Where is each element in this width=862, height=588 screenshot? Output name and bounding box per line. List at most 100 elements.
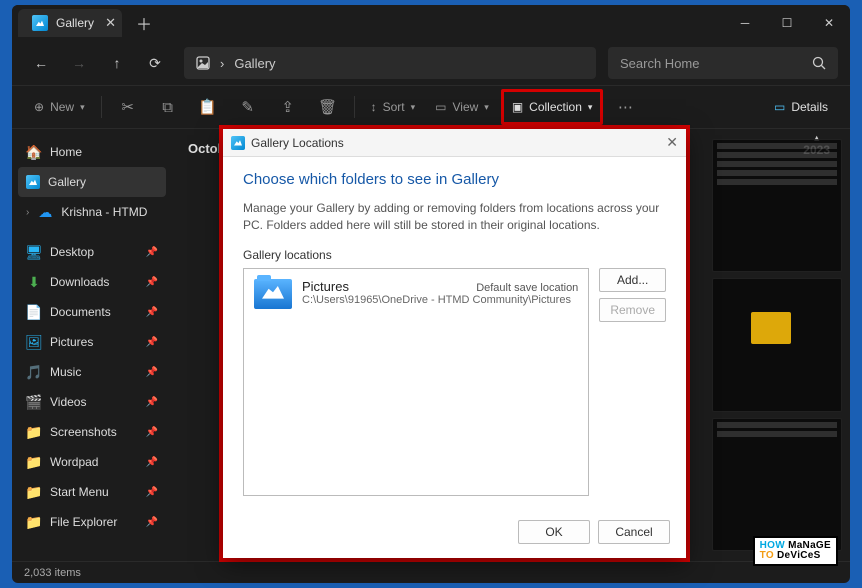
close-window-button[interactable]: ✕ xyxy=(808,7,850,39)
folder-icon: 📁 xyxy=(26,424,42,440)
rename-button[interactable]: ✎ xyxy=(230,92,266,122)
sidebar-item-music[interactable]: 🎵Music📌 xyxy=(18,357,166,387)
sidebar-item-videos[interactable]: 🎬Videos📌 xyxy=(18,387,166,417)
add-button[interactable]: Add... xyxy=(599,268,666,292)
sidebar-item-screenshots[interactable]: 📁 Screenshots 📌 xyxy=(18,417,166,447)
search-icon xyxy=(812,56,826,70)
sidebar-item-startmenu[interactable]: 📁Start Menu📌 xyxy=(18,477,166,507)
gallery-thumbnails xyxy=(712,139,842,551)
titlebar: Gallery ✕ ＋ ─ ☐ ✕ xyxy=(12,5,850,41)
close-dialog-button[interactable]: ✕ xyxy=(666,134,678,151)
dialog-title: Gallery Locations xyxy=(251,136,344,150)
minimize-button[interactable]: ─ xyxy=(724,7,766,39)
locations-list[interactable]: Pictures Default save location C:\Users\… xyxy=(243,268,589,496)
more-button[interactable]: ⋯ xyxy=(607,92,643,122)
collection-icon: ▣ xyxy=(512,100,523,114)
sort-icon: ↕ xyxy=(371,100,377,114)
breadcrumb[interactable]: › Gallery xyxy=(184,47,596,79)
watermark-logo: HOW MaNaGE TO DeViCeS xyxy=(753,536,838,566)
view-button[interactable]: ▭ View ▾ xyxy=(427,92,497,122)
remove-button[interactable]: Remove xyxy=(599,298,666,322)
maximize-button[interactable]: ☐ xyxy=(766,7,808,39)
pin-icon: 📌 xyxy=(146,457,158,468)
gallery-icon xyxy=(26,175,40,189)
pin-icon: 📌 xyxy=(146,277,158,288)
chevron-right-icon: › xyxy=(26,207,29,218)
new-tab-button[interactable]: ＋ xyxy=(122,11,166,35)
copy-icon: ⧉ xyxy=(162,99,173,116)
chevron-down-icon: ▾ xyxy=(588,102,593,113)
view-icon: ▭ xyxy=(435,100,446,114)
details-icon: ▭ xyxy=(774,100,785,114)
collection-button[interactable]: ▣ Collection ▾ xyxy=(504,92,601,122)
refresh-button[interactable]: ⟳ xyxy=(138,48,172,78)
location-item[interactable]: Pictures Default save location C:\Users\… xyxy=(254,279,578,309)
more-icon: ⋯ xyxy=(618,98,633,116)
download-icon: ⬇ xyxy=(26,274,42,290)
up-button[interactable]: ↑ xyxy=(100,48,134,78)
plus-circle-icon: ⊕ xyxy=(34,100,44,114)
location-path: C:\Users\91965\OneDrive - HTMD Community… xyxy=(302,294,578,306)
details-button[interactable]: ▭ Details xyxy=(766,92,836,122)
pin-icon: 📌 xyxy=(146,517,158,528)
sidebar-item-downloads[interactable]: ⬇ Downloads 📌 xyxy=(18,267,166,297)
sidebar-item-label: Documents xyxy=(50,305,111,319)
ok-button[interactable]: OK xyxy=(518,520,590,544)
location-name: Pictures xyxy=(302,279,349,294)
search-placeholder: Search Home xyxy=(620,56,699,71)
sidebar-item-home[interactable]: 🏠 Home xyxy=(18,137,166,167)
sidebar-item-label: Music xyxy=(50,365,81,379)
thumbnail[interactable] xyxy=(712,278,842,411)
sidebar-item-label: Krishna - HTMD xyxy=(61,205,147,219)
sidebar-item-pictures[interactable]: 🖼Pictures📌 xyxy=(18,327,166,357)
cut-icon: ✂ xyxy=(121,98,134,116)
delete-button[interactable]: 🗑 xyxy=(310,92,346,122)
sidebar-item-label: Gallery xyxy=(48,175,86,189)
new-label: New xyxy=(50,100,74,114)
music-icon: 🎵 xyxy=(26,364,42,380)
search-input[interactable]: Search Home xyxy=(608,47,838,79)
window-tab[interactable]: Gallery ✕ xyxy=(18,9,122,37)
navigation-bar: ← → ↑ ⟳ › Gallery Search Home xyxy=(12,41,850,85)
share-button[interactable]: ⇪ xyxy=(270,92,306,122)
sidebar-item-label: File Explorer xyxy=(50,515,117,529)
back-button[interactable]: ← xyxy=(24,48,58,78)
new-button[interactable]: ⊕ New ▾ xyxy=(26,92,93,122)
paste-button[interactable]: 📋 xyxy=(190,92,226,122)
sort-label: Sort xyxy=(383,100,405,114)
chevron-right-icon: › xyxy=(220,56,224,71)
pin-icon: 📌 xyxy=(146,427,158,438)
copy-button[interactable]: ⧉ xyxy=(150,92,186,122)
chevron-down-icon: ▾ xyxy=(484,102,489,113)
chevron-down-icon: ▾ xyxy=(80,102,85,113)
sidebar-item-onedrive[interactable]: › ☁ Krishna - HTMD xyxy=(18,197,166,227)
cancel-button[interactable]: Cancel xyxy=(598,520,670,544)
forward-button[interactable]: → xyxy=(62,48,96,78)
pin-icon: 📌 xyxy=(146,307,158,318)
dialog-titlebar: Gallery Locations ✕ xyxy=(223,129,686,157)
sidebar-item-label: Wordpad xyxy=(50,455,98,469)
sort-button[interactable]: ↕ Sort ▾ xyxy=(363,92,424,122)
window-controls: ─ ☐ ✕ xyxy=(724,7,850,39)
thumbnail[interactable] xyxy=(712,139,842,272)
sidebar-item-wordpad[interactable]: 📁Wordpad📌 xyxy=(18,447,166,477)
sidebar-item-label: Downloads xyxy=(50,275,109,289)
sidebar-item-fileexplorer[interactable]: 📁File Explorer📌 xyxy=(18,507,166,537)
pin-icon: 📌 xyxy=(146,247,158,258)
collection-highlight: ▣ Collection ▾ xyxy=(501,89,604,125)
cut-button[interactable]: ✂ xyxy=(110,92,146,122)
pictures-folder-icon xyxy=(254,279,292,309)
close-tab-icon[interactable]: ✕ xyxy=(105,15,116,31)
pictures-icon: 🖼 xyxy=(26,334,42,350)
sidebar-item-gallery[interactable]: Gallery xyxy=(18,167,166,197)
collection-label: Collection xyxy=(529,100,582,114)
thumbnail[interactable] xyxy=(712,418,842,551)
trash-icon: 🗑 xyxy=(318,98,337,116)
gallery-icon xyxy=(32,15,48,31)
view-label: View xyxy=(453,100,479,114)
sidebar-item-desktop[interactable]: 🖥Desktop📌 xyxy=(18,237,166,267)
sidebar-item-documents[interactable]: 📄Documents📌 xyxy=(18,297,166,327)
sidebar-item-label: Desktop xyxy=(50,245,94,259)
cloud-icon: ☁ xyxy=(37,204,53,220)
sidebar-item-label: Screenshots xyxy=(50,425,117,439)
